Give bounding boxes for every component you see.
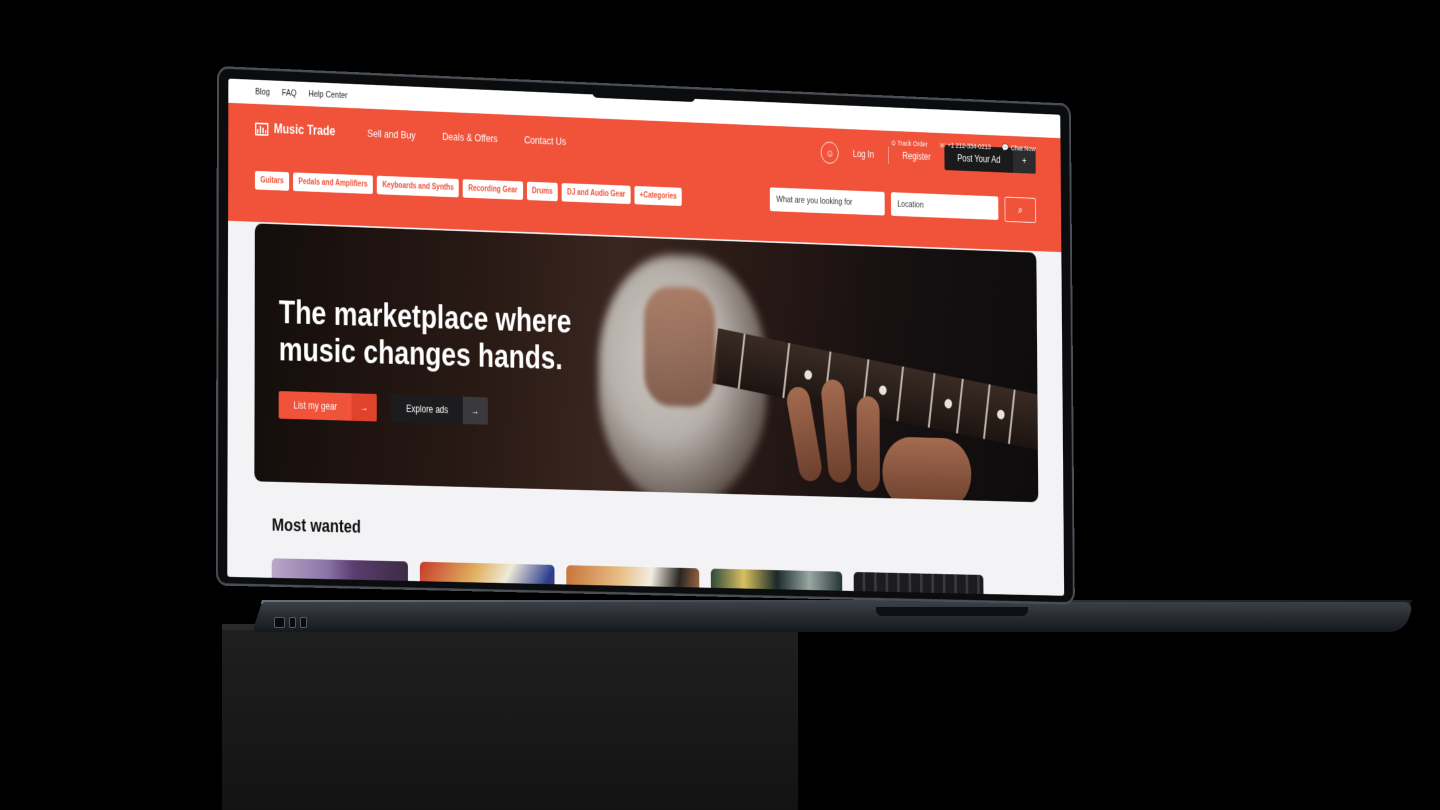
- login-link[interactable]: Log In: [853, 148, 874, 160]
- hero-buttons: List my gear → Explore ads →: [278, 391, 488, 425]
- laptop-screen: Blog FAQ Help Center ⊙ Track Order ☏ +1 …: [227, 78, 1065, 596]
- laptop-lid: Blog FAQ Help Center ⊙ Track Order ☏ +1 …: [215, 66, 1075, 605]
- product-card[interactable]: [853, 571, 984, 596]
- location-input[interactable]: Location: [890, 192, 999, 220]
- arrow-right-icon: →: [351, 393, 378, 422]
- fret: [956, 378, 964, 434]
- faq-link[interactable]: FAQ: [282, 88, 297, 98]
- search-icon: ⌕: [1017, 203, 1023, 216]
- fret-marker: [803, 369, 813, 381]
- equalizer-icon: [255, 122, 269, 136]
- hero-headline: The marketplace where music changes hand…: [278, 294, 572, 377]
- fret: [1007, 389, 1016, 445]
- logo[interactable]: Music Trade: [255, 122, 335, 140]
- fret: [782, 342, 791, 399]
- category-pedals-amplifiers[interactable]: Pedals and Amplifiers: [293, 172, 373, 194]
- nav-sell-and-buy[interactable]: Sell and Buy: [367, 127, 415, 141]
- nav-deals-offers[interactable]: Deals & Offers: [442, 130, 497, 144]
- category-recording-gear[interactable]: Recording Gear: [463, 178, 523, 200]
- divider: [887, 146, 889, 164]
- fret: [927, 372, 936, 428]
- explore-ads-label: Explore ads: [406, 402, 449, 416]
- blog-link[interactable]: Blog: [255, 87, 270, 97]
- fret: [982, 384, 991, 440]
- fret: [896, 366, 905, 422]
- most-wanted-cards: [271, 558, 984, 596]
- help-center-link[interactable]: Help Center: [309, 89, 348, 100]
- register-link[interactable]: Register: [902, 150, 930, 162]
- product-card[interactable]: [419, 561, 555, 596]
- fret: [737, 333, 746, 389]
- category-keyboards-synths[interactable]: Keyboards and Synths: [376, 175, 460, 198]
- fret-marker: [878, 384, 888, 396]
- chat-label: Chat Now: [1010, 143, 1036, 153]
- fret-marker: [996, 409, 1006, 420]
- pedestal: [222, 628, 798, 810]
- product-card[interactable]: [271, 558, 408, 596]
- category-guitars[interactable]: Guitars: [254, 170, 290, 191]
- nav-contact-us[interactable]: Contact Us: [524, 134, 566, 148]
- most-wanted-title: Most wanted: [271, 514, 361, 537]
- fretting-hand-image: [882, 436, 972, 503]
- list-my-gear-label: List my gear: [293, 399, 338, 413]
- product-card[interactable]: [566, 565, 700, 596]
- search-button[interactable]: ⌕: [1004, 196, 1037, 223]
- search-area: What are you looking for Location ⌕: [769, 187, 1037, 223]
- explore-ads-button[interactable]: Explore ads →: [391, 394, 488, 425]
- logo-text: Music Trade: [273, 122, 336, 139]
- hero-banner: The marketplace where music changes hand…: [254, 223, 1039, 503]
- list-my-gear-button[interactable]: List my gear →: [278, 391, 378, 422]
- track-order-link[interactable]: ⊙ Track Order: [891, 139, 927, 149]
- category-drums[interactable]: Drums: [526, 181, 558, 201]
- fret-marker: [944, 398, 953, 410]
- category-dj-audio-gear[interactable]: DJ and Audio Gear: [561, 182, 631, 204]
- main-nav: Sell and Buy Deals & Offers Contact Us: [367, 126, 589, 150]
- chat-link[interactable]: 💬 Chat Now: [1002, 143, 1035, 153]
- strumming-hand-image: [643, 285, 716, 408]
- laptop: Blog FAQ Help Center ⊙ Track Order ☏ +1 …: [215, 66, 1117, 626]
- category-more[interactable]: +Categories: [634, 185, 682, 206]
- search-input[interactable]: What are you looking for: [769, 187, 885, 216]
- arrow-right-icon: →: [462, 396, 488, 425]
- phone-label: +1 212-334-0213: [947, 141, 991, 151]
- user-icon[interactable]: ☺: [820, 141, 839, 165]
- post-ad-label: Post Your Ad: [957, 152, 1001, 166]
- product-card[interactable]: [710, 568, 843, 596]
- track-order-label: Track Order: [897, 139, 928, 149]
- fretting-finger-image: [856, 395, 880, 492]
